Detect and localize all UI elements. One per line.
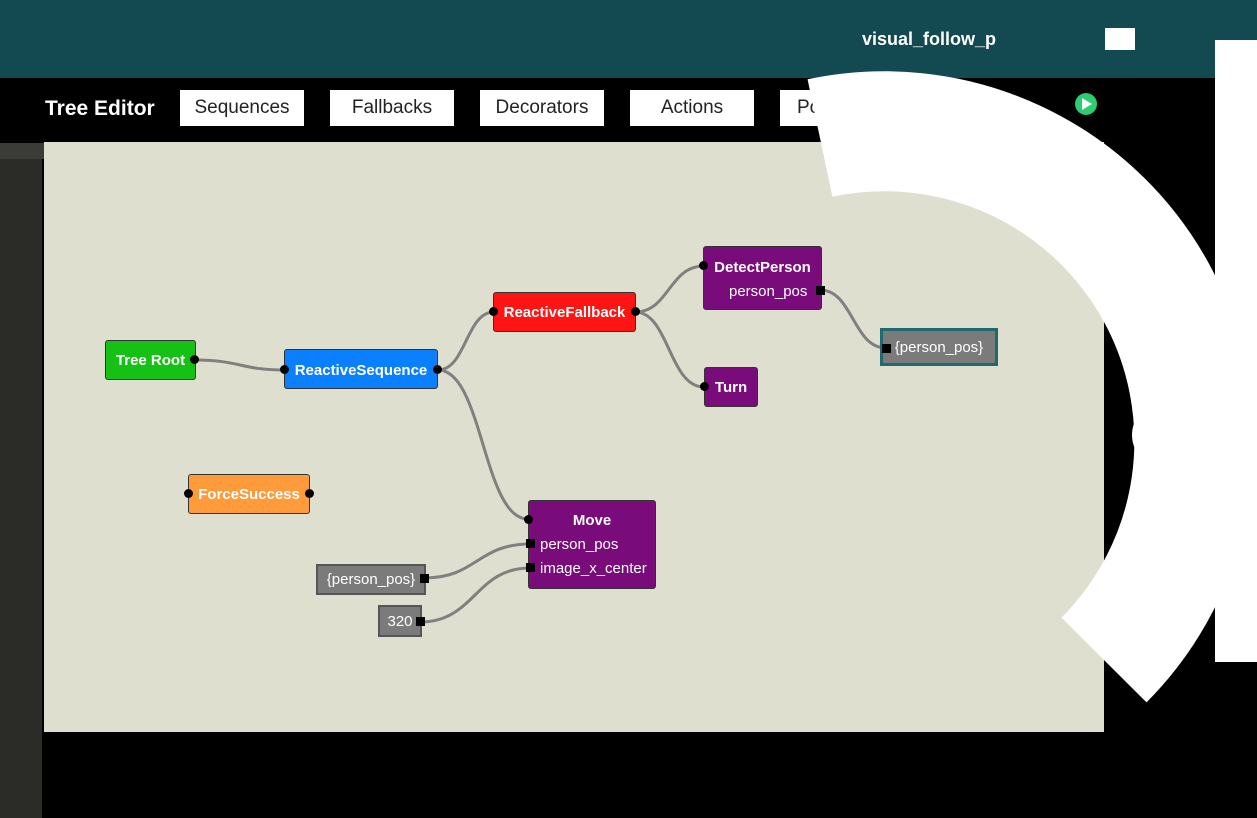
overlay-notch — [1105, 28, 1135, 50]
overlay-knob-bar — [1138, 405, 1228, 465]
overlay-bottom-disc — [1105, 585, 1165, 645]
decorative-overlay-graphic — [807, 28, 1257, 703]
circle-arc-icon — [807, 71, 1255, 703]
overlay-pillar — [1215, 40, 1257, 662]
